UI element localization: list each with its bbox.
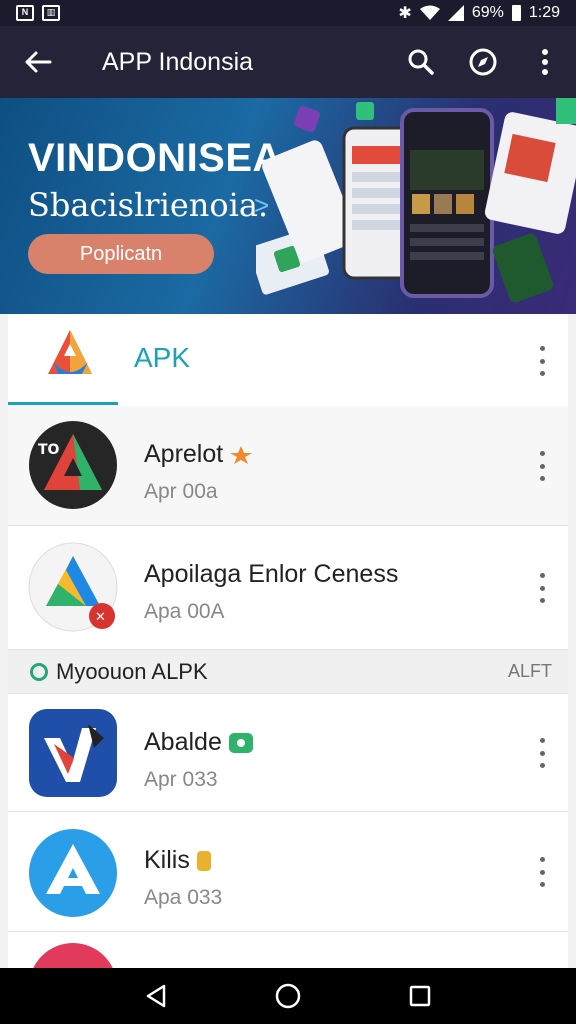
app-bar: APP Indonsia: [0, 26, 576, 98]
section-action[interactable]: ALFT: [508, 661, 552, 682]
app-name: Apoilaga Enlor Ceness: [144, 560, 399, 588]
list-item[interactable]: TO Aprelot Apr 00a: [8, 406, 568, 526]
home-circle-icon: [275, 983, 301, 1009]
back-triangle-icon: [146, 984, 166, 1008]
section-title: Myoouon ALPK: [56, 658, 208, 684]
bluetooth-icon: ✱: [398, 5, 412, 22]
app-meta: Apa 00A: [144, 600, 225, 623]
clock: 1:29: [528, 4, 560, 21]
item-more-button[interactable]: [532, 857, 552, 887]
list-item[interactable]: Kilis Apa 033: [8, 812, 568, 932]
nav-back-button[interactable]: [126, 968, 186, 1024]
system-nav-bar: [0, 968, 576, 1024]
list-item[interactable]: ✕ Apoilaga Enlor Ceness Apa 00A: [8, 526, 568, 650]
svg-text:TO: TO: [38, 442, 60, 458]
image-icon: ▥: [42, 5, 60, 21]
banner-subtitle: Sbacislrienoia.: [28, 186, 269, 224]
search-icon: [408, 49, 434, 75]
yellow-badge-icon: [196, 851, 211, 872]
banner-headline: VINDONISEA: [28, 136, 282, 180]
page-title: APP Indonsia: [102, 47, 254, 76]
section-header: Myoouon ALPK ALFT: [8, 650, 568, 694]
app-icon-kilis: [29, 829, 117, 917]
banner-cta-button[interactable]: Poplicatn: [28, 234, 214, 274]
app-meta: Apa 033: [144, 886, 223, 909]
app-name-text: Kilis: [144, 846, 190, 874]
app-icon-aprelot: TO: [29, 421, 117, 509]
more-vert-icon: [542, 49, 548, 75]
item-more-button[interactable]: [532, 573, 552, 603]
app-icon-partial: [33, 943, 113, 968]
app-meta: Apr 00a: [144, 480, 218, 503]
compass-button[interactable]: [452, 26, 514, 98]
nav-recents-button[interactable]: [390, 968, 450, 1024]
app-list: APK TO Aprelot Apr 00a ✕ Apoilaga Enlor …: [8, 314, 568, 968]
section-dot-icon: [30, 662, 48, 681]
more-button[interactable]: [514, 26, 576, 98]
app-name: Aprelot: [144, 440, 253, 469]
list-header[interactable]: APK: [8, 314, 568, 406]
nav-home-button[interactable]: [258, 968, 318, 1024]
app-meta: Apr 033: [144, 768, 218, 791]
battery-icon: [511, 5, 521, 21]
orange-star-icon: [230, 446, 253, 465]
list-item[interactable]: [8, 932, 568, 968]
battery-percent: 69%: [471, 4, 504, 21]
recents-square-icon: [409, 985, 431, 1007]
tab-underline: [8, 402, 118, 405]
status-bar: N ▥ ✱ 69% 1:29: [0, 0, 576, 26]
apk-logo-icon: [48, 330, 92, 374]
signal-icon: [447, 5, 464, 21]
back-button[interactable]: [0, 26, 76, 98]
app-icon-apoilaga: ✕: [28, 542, 118, 632]
promo-banner[interactable]: VINDONISEA Sbacislrienoia. > Poplicatn: [0, 98, 576, 314]
green-badge-icon: [228, 733, 253, 754]
svg-text:✕: ✕: [95, 610, 106, 625]
app-icon-abalde: [29, 709, 117, 797]
app-name-text: Abalde: [144, 728, 222, 756]
list-header-label: APK: [134, 342, 191, 373]
app-name-text: Aprelot: [144, 440, 224, 468]
list-item[interactable]: Abalde Apr 033: [8, 694, 568, 812]
header-more-button[interactable]: [532, 346, 552, 376]
item-more-button[interactable]: [532, 738, 552, 768]
compass-icon: [469, 48, 497, 76]
sim-icon: N: [16, 5, 34, 21]
item-more-button[interactable]: [532, 451, 552, 481]
arrow-left-icon: [25, 51, 52, 73]
banner-devices-illustration: [256, 98, 576, 303]
app-name: Kilis: [144, 846, 212, 875]
search-button[interactable]: [390, 26, 452, 98]
app-name: Abalde: [144, 728, 254, 757]
wifi-icon: [419, 5, 440, 20]
